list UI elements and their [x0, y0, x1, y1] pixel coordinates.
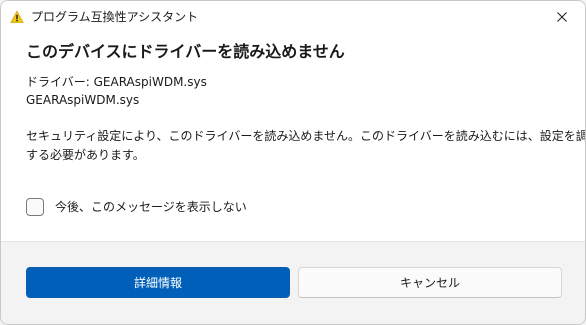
dialog-heading: このデバイスにドライバーを読み込めません: [26, 42, 345, 61]
cancel-button[interactable]: キャンセル: [298, 267, 562, 298]
message-text-line1: セキュリティ設定により、このドライバーを読み込めません。このドライバーを読み込む…: [26, 129, 586, 143]
dont-show-again-label[interactable]: 今後、このメッセージを表示しない: [55, 199, 247, 216]
button-bar: 詳細情報 キャンセル: [1, 241, 585, 324]
dont-show-again-checkbox[interactable]: [26, 198, 44, 216]
dont-show-again-option[interactable]: 今後、このメッセージを表示しない: [26, 197, 247, 217]
compatibility-dialog: プログラム互換性アシスタント このデバイスにドライバーを読み込めません ドライバ…: [0, 0, 586, 325]
close-button[interactable]: [539, 1, 585, 32]
details-button[interactable]: 詳細情報: [26, 267, 290, 298]
message-text-line2: する必要があります。: [26, 148, 145, 162]
driver-filename: GEARAspiWDM.sys: [26, 93, 140, 107]
close-icon: [557, 7, 567, 26]
window-title: プログラム互換性アシスタント: [31, 10, 199, 24]
driver-label: ドライバー: GEARAspiWDM.sys: [26, 75, 207, 89]
title-bar: プログラム互換性アシスタント: [1, 1, 585, 32]
warning-icon: [10, 9, 24, 23]
